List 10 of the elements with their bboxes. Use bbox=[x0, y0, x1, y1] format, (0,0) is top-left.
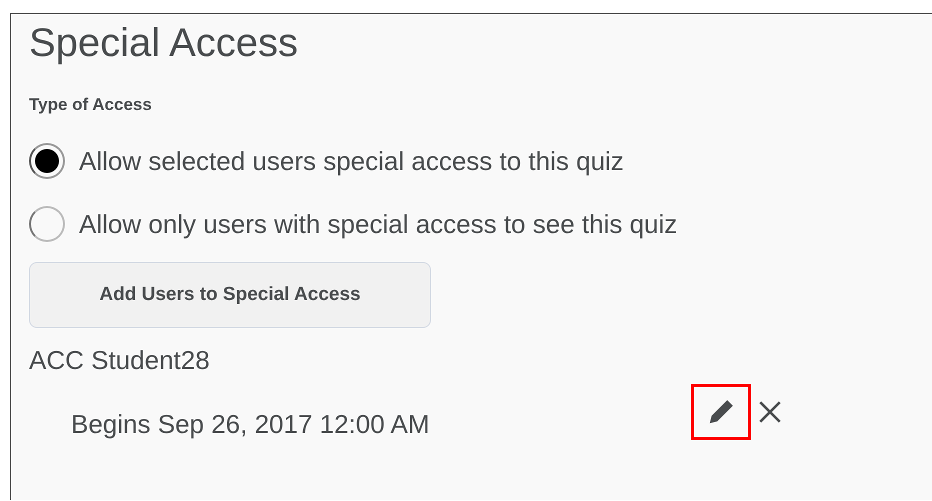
user-name: ACC Student28 bbox=[29, 344, 211, 377]
radio-button[interactable] bbox=[29, 143, 65, 179]
page-title: Special Access bbox=[29, 20, 300, 67]
option-label: Allow selected users special access to this quiz bbox=[79, 145, 624, 178]
section-label: Type of Access bbox=[29, 94, 153, 116]
option-label: Allow only users with special access to see this quiz bbox=[79, 208, 678, 241]
access-date: Begins Sep 26, 2017 12:00 AM bbox=[71, 408, 430, 441]
add-users-button[interactable]: Add Users to Special Access bbox=[29, 262, 431, 328]
radio-button[interactable] bbox=[29, 206, 65, 242]
edit-button[interactable] bbox=[691, 384, 751, 440]
